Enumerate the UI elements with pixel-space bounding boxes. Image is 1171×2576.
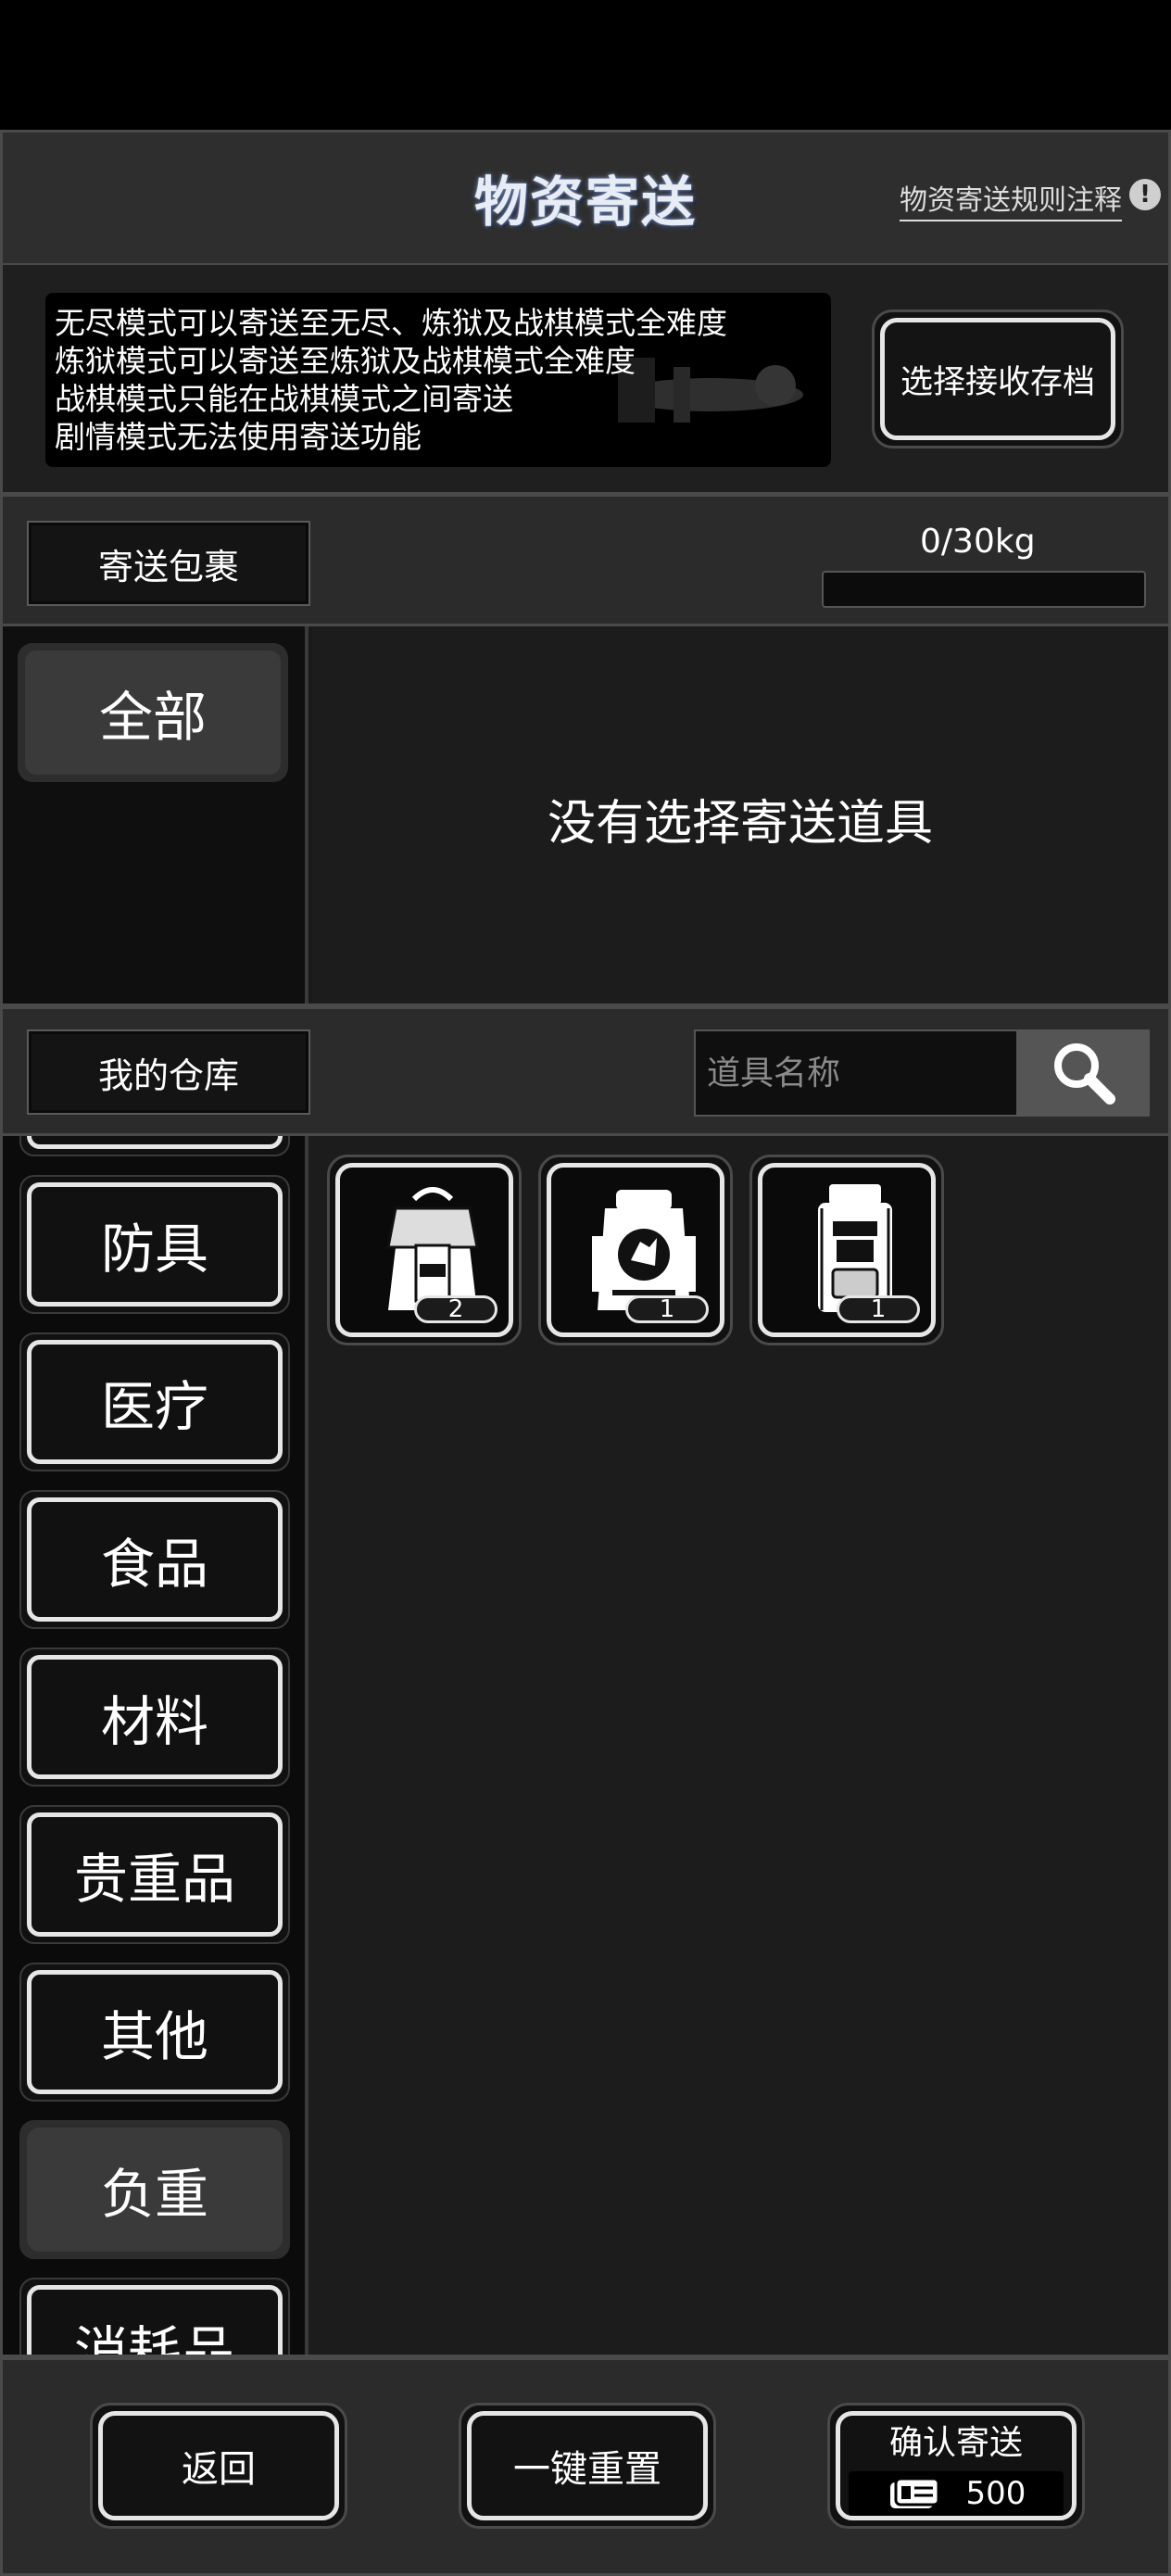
parcel-tag: 寄送包裹 [27, 521, 310, 606]
mode-rules-box: 无尽模式可以寄送至无尽、炼狱及战棋模式全难度 炼狱模式可以寄送至炼狱及战棋模式全… [45, 293, 831, 467]
empty-message: 没有选择寄送道具 [547, 796, 933, 852]
parcel-bar: 寄送包裹 0/30kg [0, 495, 1171, 626]
category-tab-other[interactable]: 其他 [19, 1963, 290, 2102]
inventory-panel: 防具 医疗 食品 材料 贵重品 其他 负重 消耗品 2 1 1 [0, 1136, 1171, 2357]
back-button[interactable]: 返回 [90, 2403, 347, 2529]
selected-items-area: 没有选择寄送道具 [312, 626, 1168, 1004]
ticket-icon [889, 2477, 940, 2508]
category-label: 防具 [27, 1182, 283, 1307]
exclamation-icon[interactable]: ! [1129, 179, 1161, 210]
category-tab-armor[interactable]: 防具 [19, 1175, 290, 1314]
inventory-item[interactable]: 1 [749, 1155, 944, 1345]
footer-bar: 返回 一键重置 确认寄送 500 [0, 2357, 1171, 2576]
select-save-button[interactable]: 选择接收存档 [872, 309, 1124, 448]
select-save-label: 选择接收存档 [880, 318, 1115, 440]
back-button-label: 返回 [98, 2411, 339, 2520]
confirm-send-label: 确认寄送 [888, 2424, 1023, 2462]
category-tab-label: 全部 [25, 650, 281, 775]
inventory-item[interactable]: 2 [327, 1155, 522, 1345]
selected-category-column[interactable]: 全部 [3, 626, 308, 1004]
category-tab-consumables[interactable]: 消耗品 [19, 2278, 290, 2355]
category-tab-hidden[interactable] [19, 1136, 290, 1156]
warehouse-bar: 我的仓库 [0, 1006, 1171, 1136]
info-line: 剧情模式无法使用寄送功能 [55, 419, 422, 455]
rules-link[interactable]: 物资寄送规则注释 [900, 177, 1122, 221]
category-label: 负重 [27, 2128, 283, 2252]
category-tab-materials[interactable]: 材料 [19, 1648, 290, 1787]
search-button[interactable] [1018, 1029, 1150, 1117]
selected-items-panel: 全部 没有选择寄送道具 [0, 626, 1171, 1006]
category-label: 医疗 [27, 1340, 283, 1464]
reset-button-label: 一键重置 [467, 2411, 708, 2520]
quantity-badge: 1 [837, 1295, 920, 1323]
category-label: 贵重品 [27, 1812, 283, 1937]
category-label: 食品 [27, 1497, 283, 1622]
item-search-input[interactable] [694, 1029, 1018, 1117]
reset-button[interactable]: 一键重置 [459, 2403, 716, 2529]
search-icon [1054, 1043, 1115, 1105]
quantity-badge: 1 [625, 1295, 709, 1323]
weight-progress-bar [822, 571, 1146, 608]
category-tab-food[interactable]: 食品 [19, 1490, 290, 1629]
category-label: 消耗品 [27, 2285, 283, 2355]
category-tab-medical[interactable]: 医疗 [19, 1332, 290, 1471]
category-tab-carry-load[interactable]: 负重 [19, 2120, 290, 2259]
info-line: 无尽模式可以寄送至无尽、炼狱及战棋模式全难度 [55, 305, 727, 341]
cost-display: 500 [849, 2471, 1064, 2516]
info-panel: 无尽模式可以寄送至无尽、炼狱及战棋模式全难度 炼狱模式可以寄送至炼狱及战棋模式全… [0, 265, 1171, 495]
weight-label: 0/30kg [920, 523, 1036, 561]
header-bar: 物资寄送 物资寄送规则注释 ! [0, 130, 1171, 265]
category-label: 其他 [27, 1970, 283, 2094]
confirm-send-button[interactable]: 确认寄送 500 [827, 2403, 1085, 2529]
info-line: 战棋模式只能在战棋模式之间寄送 [55, 381, 513, 417]
category-tab-valuables[interactable]: 贵重品 [19, 1805, 290, 1944]
inventory-item[interactable]: 1 [538, 1155, 733, 1345]
warehouse-tag: 我的仓库 [27, 1029, 310, 1115]
cost-value: 500 [965, 2475, 1026, 2512]
quantity-badge: 2 [414, 1295, 497, 1323]
warehouse-category-list[interactable]: 防具 医疗 食品 材料 贵重品 其他 负重 消耗品 [3, 1136, 308, 2355]
category-label: 材料 [27, 1655, 283, 1779]
category-tab-all[interactable]: 全部 [18, 643, 288, 782]
info-line: 炼狱模式可以寄送至炼狱及战棋模式全难度 [55, 343, 636, 379]
